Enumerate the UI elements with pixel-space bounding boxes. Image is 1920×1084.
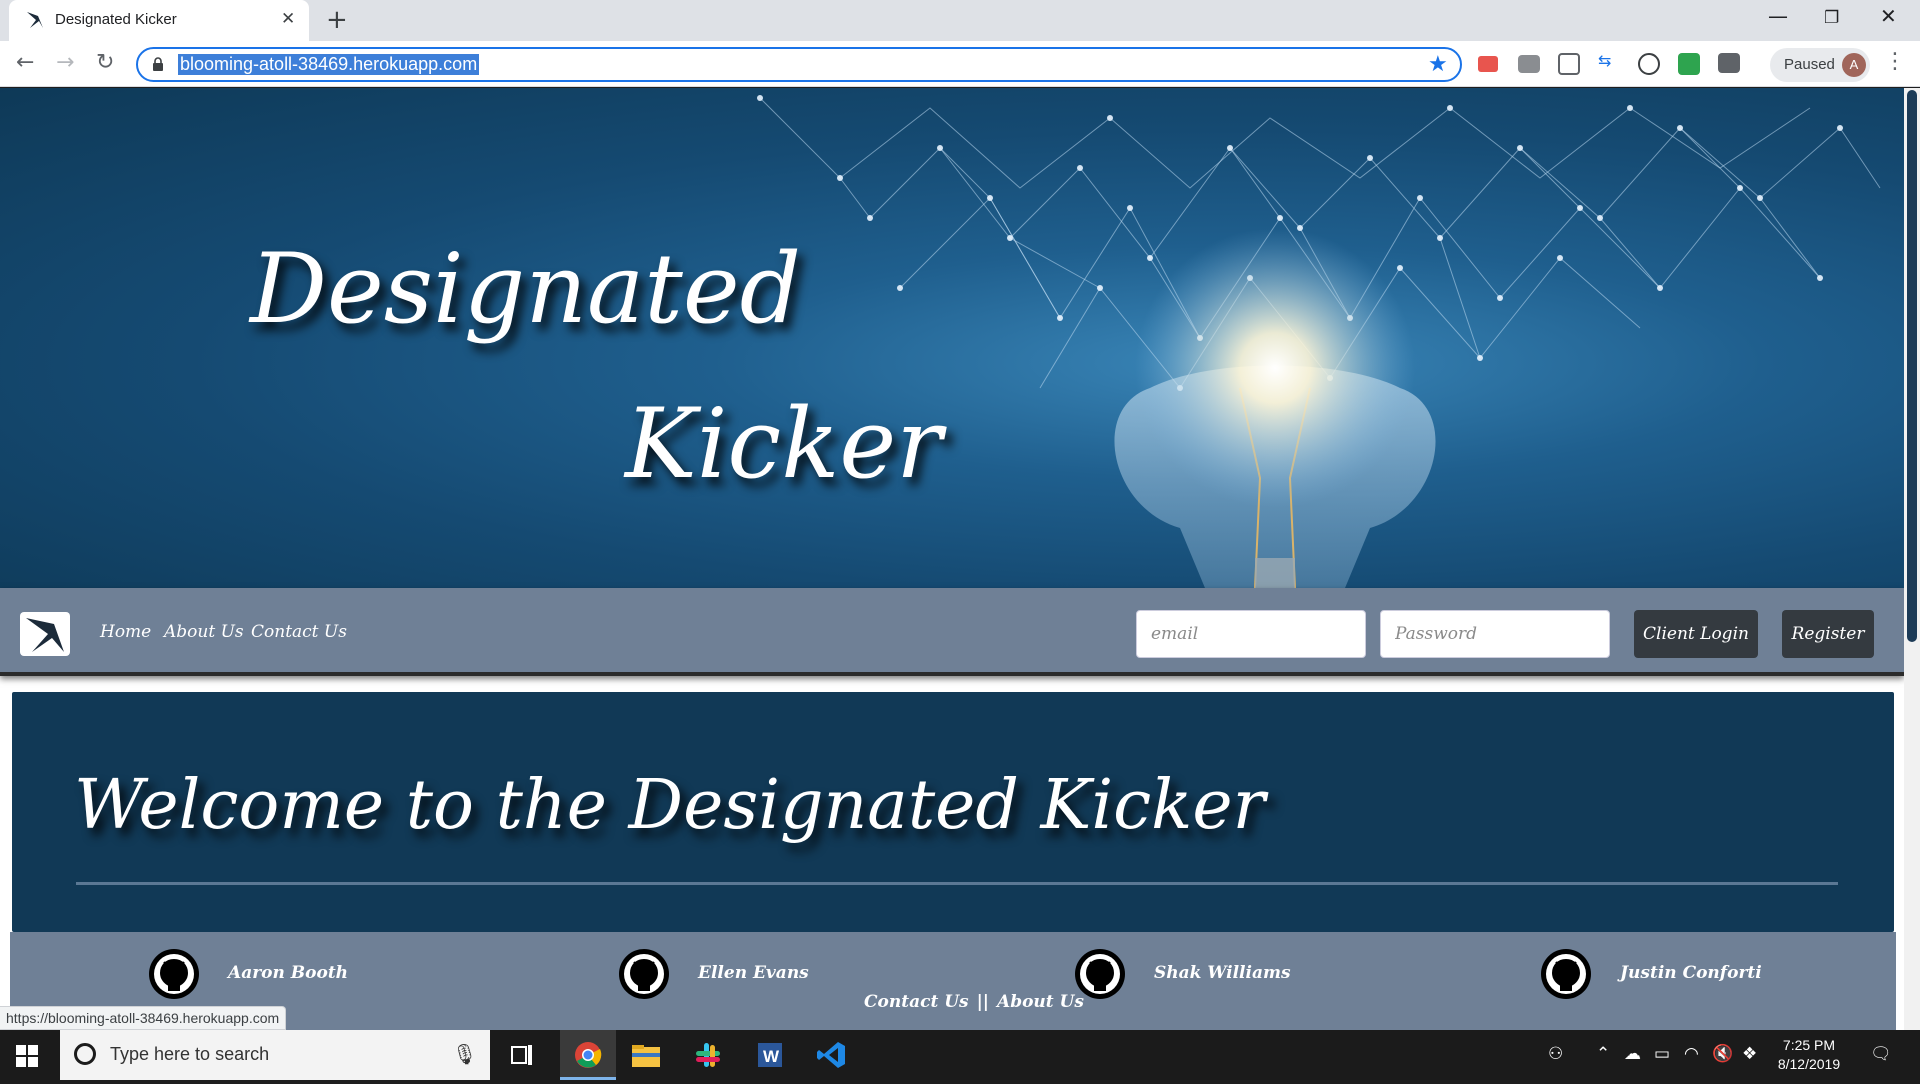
- taskbar-search-box[interactable]: Type here to search 🎙: [60, 1030, 490, 1080]
- taskbar-clock[interactable]: 7:25 PM 8/12/2019: [1760, 1036, 1858, 1074]
- new-tab-icon[interactable]: +: [326, 5, 348, 35]
- chrome-taskbar-button[interactable]: [560, 1030, 616, 1080]
- slack-icon[interactable]: [690, 1039, 726, 1071]
- restore-icon[interactable]: ❐: [1824, 8, 1839, 28]
- hero-title-line1: Designated: [250, 233, 802, 345]
- extension-arrows-icon[interactable]: ⇆: [1598, 51, 1620, 73]
- vscode-icon[interactable]: [814, 1039, 850, 1071]
- people-icon[interactable]: ⚇: [1548, 1044, 1563, 1064]
- action-center-icon[interactable]: 🗨: [1870, 1044, 1892, 1064]
- welcome-panel: Welcome to the Designated Kicker: [12, 692, 1894, 932]
- reload-icon[interactable]: ↻: [96, 50, 114, 75]
- welcome-heading: Welcome to the Designated Kicker: [74, 766, 1266, 845]
- footer-about-link[interactable]: About Us: [997, 992, 1084, 1012]
- github-icon[interactable]: [618, 948, 670, 1000]
- close-tab-icon[interactable]: ✕: [281, 9, 295, 29]
- tab-title: Designated Kicker: [55, 11, 177, 28]
- extension-tool-icon[interactable]: [1718, 53, 1740, 73]
- url-text[interactable]: blooming-atoll-38469.herokuapp.com: [178, 54, 480, 75]
- browser-tab[interactable]: Designated Kicker ✕: [9, 0, 309, 41]
- github-icon[interactable]: [148, 948, 200, 1000]
- browser-tab-strip: Designated Kicker ✕ + — ❐ ✕: [0, 0, 1920, 41]
- cortana-icon: [74, 1043, 96, 1065]
- client-login-button[interactable]: Client Login: [1634, 610, 1758, 658]
- profile-paused-button[interactable]: Paused A: [1770, 48, 1870, 82]
- member-name: Shak Williams: [1154, 963, 1291, 983]
- avatar: A: [1842, 53, 1866, 77]
- windows-taskbar: Type here to search 🎙 W ⚇ ⌃ ☁ ▭ ◠ 🔇 ❖ 7:…: [0, 1030, 1920, 1080]
- footer-links: Contact Us || About Us: [864, 992, 1084, 1012]
- word-icon[interactable]: W: [752, 1039, 788, 1071]
- site-navbar: Home About Us Contact Us Client Login Re…: [0, 588, 1904, 676]
- member-name: Aaron Booth: [228, 963, 349, 983]
- status-bar-url: https://blooming-atoll-38469.herokuapp.c…: [0, 1006, 287, 1030]
- volume-muted-icon[interactable]: 🔇: [1712, 1044, 1733, 1064]
- password-field[interactable]: [1380, 610, 1610, 658]
- window-close-icon[interactable]: ✕: [1880, 4, 1897, 28]
- file-explorer-icon[interactable]: [628, 1039, 664, 1071]
- task-view-icon[interactable]: [504, 1039, 540, 1071]
- member-name: Ellen Evans: [698, 963, 809, 983]
- cors-extension-icon[interactable]: [1678, 53, 1700, 75]
- nav-about-link[interactable]: About Us: [164, 622, 244, 642]
- svg-text:W: W: [763, 1047, 780, 1066]
- github-icon[interactable]: [1540, 948, 1592, 1000]
- browser-toolbar: ← → ↻ blooming-atoll-38469.herokuapp.com…: [0, 41, 1920, 87]
- chrome-icon: [575, 1042, 602, 1068]
- extension-icon[interactable]: [1518, 55, 1540, 73]
- extension-icon[interactable]: [1478, 56, 1498, 72]
- lock-icon: [153, 57, 163, 71]
- nav-contact-link[interactable]: Contact Us: [251, 622, 347, 642]
- clock-time: 7:25 PM: [1782, 1037, 1836, 1053]
- member-name: Justin Conforti: [1620, 963, 1762, 983]
- register-button[interactable]: Register: [1782, 610, 1874, 658]
- hero-banner: Designated Kicker: [0, 88, 1904, 588]
- microphone-icon[interactable]: 🎙: [452, 1042, 477, 1066]
- brand-logo[interactable]: [20, 612, 70, 656]
- footer-contact-link[interactable]: Contact Us: [864, 992, 969, 1012]
- web-page: Designated Kicker Home About Us Contact …: [0, 88, 1904, 1030]
- bookmark-star-icon[interactable]: ★: [1428, 52, 1448, 77]
- screenshot-extension-icon[interactable]: [1558, 53, 1580, 75]
- paused-label: Paused: [1784, 56, 1835, 73]
- search-placeholder: Type here to search: [110, 1044, 270, 1064]
- show-hidden-icons-icon[interactable]: ⌃: [1596, 1044, 1610, 1064]
- hero-title-line2: Kicker: [625, 388, 943, 500]
- scroll-thumb[interactable]: [1907, 90, 1917, 642]
- forward-arrow-icon[interactable]: →: [56, 50, 74, 75]
- battery-icon[interactable]: ▭: [1654, 1044, 1670, 1064]
- clock-date: 8/12/2019: [1777, 1056, 1841, 1072]
- footer-separator: ||: [976, 992, 989, 1012]
- wifi-icon[interactable]: ◠: [1684, 1044, 1699, 1064]
- page-scrollbar[interactable]: [1904, 88, 1920, 1030]
- site-footer: Aaron Booth Ellen Evans Shak Williams Ju…: [10, 932, 1896, 1030]
- nav-home-link[interactable]: Home: [100, 622, 151, 642]
- logo-icon: [26, 618, 64, 652]
- email-field[interactable]: [1136, 610, 1366, 658]
- site-favicon-icon: [27, 12, 43, 28]
- dropbox-icon[interactable]: ❖: [1742, 1044, 1757, 1064]
- divider: [76, 882, 1838, 885]
- windows-start-icon[interactable]: [16, 1045, 38, 1067]
- onedrive-icon[interactable]: ☁: [1624, 1044, 1641, 1064]
- minimize-icon[interactable]: —: [1768, 4, 1788, 28]
- extension-circle-icon[interactable]: [1638, 53, 1660, 75]
- back-arrow-icon[interactable]: ←: [16, 50, 34, 75]
- browser-menu-icon[interactable]: ⋮: [1884, 49, 1906, 74]
- address-bar[interactable]: blooming-atoll-38469.herokuapp.com ★: [136, 47, 1462, 82]
